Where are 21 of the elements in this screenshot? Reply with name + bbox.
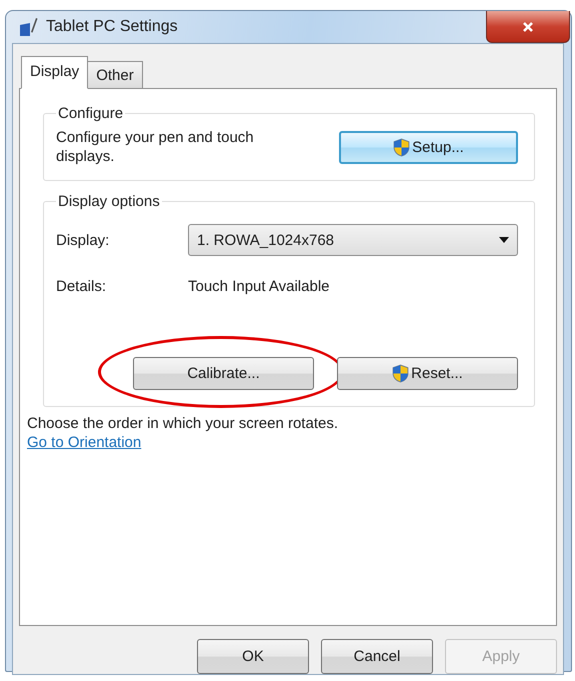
window-title: Tablet PC Settings bbox=[46, 18, 179, 36]
field-label: Details: bbox=[56, 278, 108, 295]
orientation-link[interactable]: Go to Orientation bbox=[27, 434, 142, 451]
display-dropdown[interactable]: 1. ROWA_1024x768 bbox=[188, 224, 518, 256]
action-button[interactable]: Calibrate... bbox=[133, 357, 314, 390]
group-label: Display options bbox=[57, 193, 161, 210]
field-label: Display: bbox=[56, 232, 110, 248]
dialog-button[interactable]: Cancel bbox=[321, 639, 433, 674]
group-label: Configure bbox=[57, 105, 124, 122]
tab[interactable]: Display bbox=[21, 56, 88, 89]
tablet-pen-icon bbox=[18, 16, 38, 38]
close-icon bbox=[522, 20, 534, 32]
dropdown-arrow-icon bbox=[499, 237, 509, 243]
action-button[interactable]: Reset... bbox=[337, 357, 518, 390]
close-button[interactable] bbox=[486, 11, 570, 43]
description-text: Choose the order in which your screen rotates. bbox=[27, 414, 339, 434]
description-text: Configure your pen and touch displays. bbox=[56, 128, 255, 166]
tab[interactable]: Other bbox=[88, 61, 143, 89]
setup-button[interactable]: Setup... bbox=[339, 130, 518, 164]
details-value: Touch Input Available bbox=[188, 278, 330, 295]
dialog-button[interactable]: OK bbox=[197, 639, 309, 674]
